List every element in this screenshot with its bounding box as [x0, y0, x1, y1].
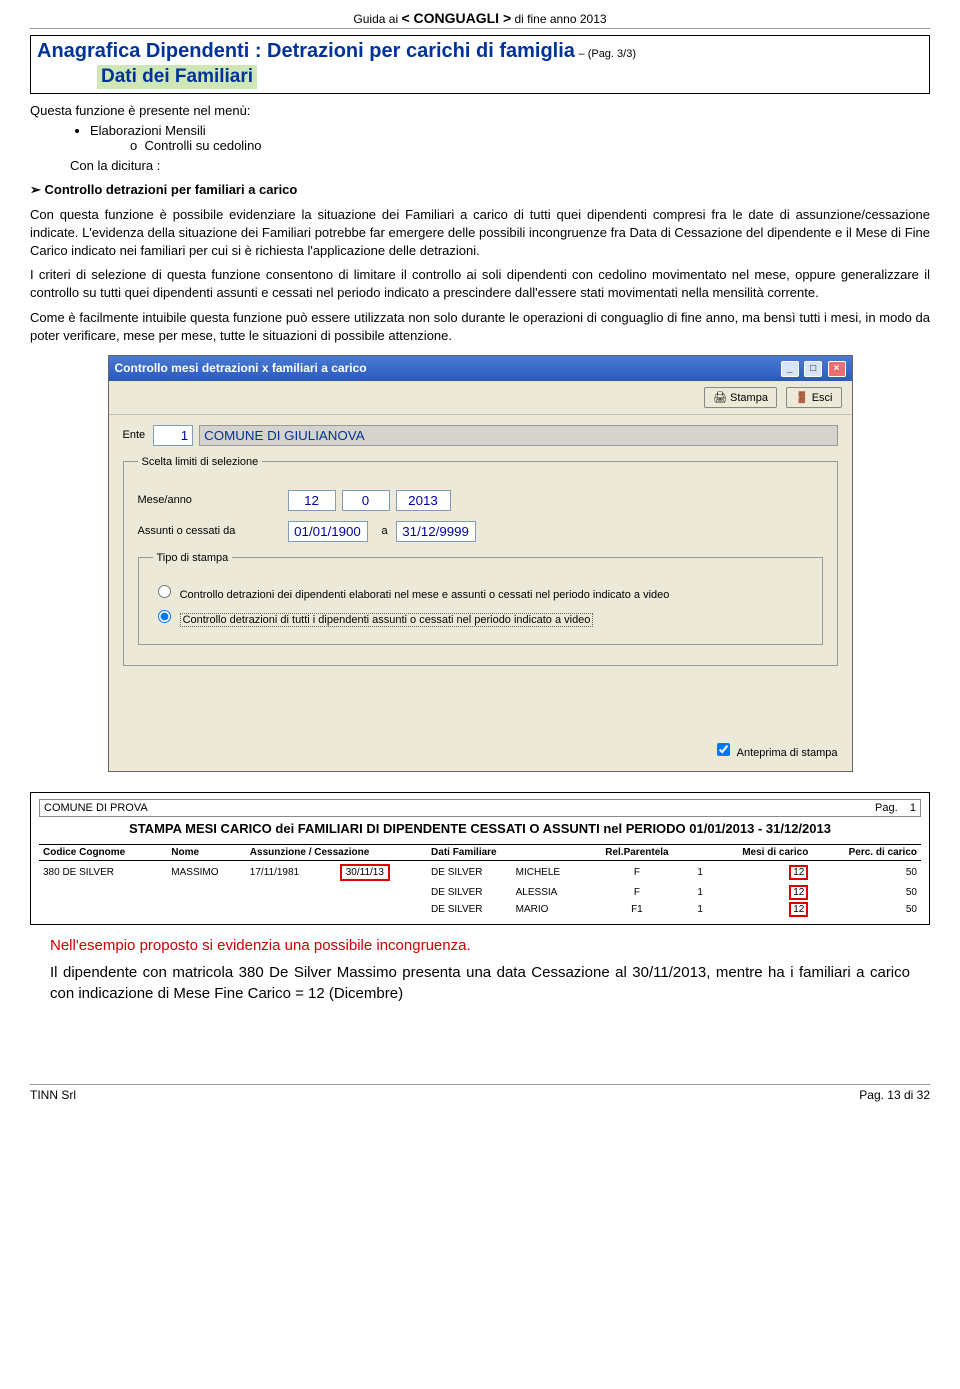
arrow-line: Controllo detrazioni per familiari a car…: [30, 181, 930, 199]
dicitura: Con la dicitura :: [70, 157, 930, 175]
progr-input[interactable]: [342, 490, 390, 511]
para-3: Come è facilmente intuibile questa funzi…: [30, 309, 930, 345]
title-box: Anagrafica Dipendenti : Detrazioni per c…: [30, 35, 930, 94]
close-icon[interactable]: ×: [828, 361, 846, 377]
report-head-right: Pag. 1: [875, 802, 916, 814]
minimize-icon[interactable]: _: [781, 361, 799, 377]
radio-opt1[interactable]: [158, 585, 171, 598]
radio-opt1-label[interactable]: Controllo detrazioni dei dipendenti elab…: [153, 582, 808, 601]
ente-label: Ente: [123, 429, 146, 441]
page-footer: TINN Srl Pag. 13 di 32: [30, 1084, 930, 1102]
col-dati-fam: Dati Familiare: [427, 844, 586, 860]
bullet-1: Elaborazioni Mensili o Controlli su cedo…: [90, 123, 930, 153]
menu-intro: Questa funzione è presente nel menù:: [30, 102, 930, 120]
scelta-legend: Scelta limiti di selezione: [138, 456, 263, 468]
printer-icon: 🖨: [713, 392, 727, 404]
mese-input[interactable]: [288, 490, 336, 511]
anteprima-label[interactable]: Anteprima di stampa: [713, 747, 837, 759]
exit-icon: 🚪: [795, 392, 809, 404]
dialog-titlebar: Controllo mesi detrazioni x familiari a …: [109, 356, 852, 381]
report-head: COMUNE DI PROVA Pag. 1: [39, 799, 921, 817]
col-mesi: Mesi di carico: [707, 844, 812, 860]
anteprima-checkbox[interactable]: [717, 743, 730, 756]
title-pag: – (Pag. 3/3): [579, 48, 636, 60]
tipostampa-fieldset: Tipo di stampa Controllo detrazioni dei …: [138, 552, 823, 645]
para-4: Il dipendente con matricola 380 De Silve…: [50, 962, 910, 1004]
stampa-button[interactable]: 🖨Stampa: [704, 387, 777, 408]
data-a-input[interactable]: [396, 521, 476, 542]
anno-input[interactable]: [396, 490, 451, 511]
bullet-2: o Controlli su cedolino: [130, 138, 930, 153]
data-da-input[interactable]: [288, 521, 368, 542]
ente-code-input[interactable]: [153, 425, 193, 446]
col-nome: Nome: [167, 844, 246, 860]
maximize-icon[interactable]: □: [804, 361, 822, 377]
footer-right: Pag. 13 di 32: [859, 1088, 930, 1102]
report-head-left: COMUNE DI PROVA: [44, 802, 148, 814]
col-idx: [688, 844, 707, 860]
col-rel: Rel.Parentela: [586, 844, 687, 860]
table-row: DE SILVERALESSIAF11250: [39, 884, 921, 901]
radio-opt2-label[interactable]: Controllo detrazioni di tutti i dipenden…: [153, 607, 808, 626]
table-row: DE SILVERMARIOF111250: [39, 901, 921, 918]
red-note: Nell'esempio proposto si evidenzia una p…: [50, 935, 910, 956]
window-buttons: _ □ ×: [779, 360, 846, 377]
footer-left: TINN Srl: [30, 1088, 76, 1102]
a-label: a: [382, 525, 388, 537]
para-2: I criteri di selezione di questa funzion…: [30, 266, 930, 302]
title-main: Anagrafica Dipendenti : Detrazioni per c…: [37, 40, 575, 62]
assunti-label: Assunti o cessati da: [138, 525, 288, 537]
page-header: Guida ai < CONGUAGLI > di fine anno 2013: [30, 10, 930, 29]
tipostampa-legend: Tipo di stampa: [153, 552, 233, 564]
title-sub: Dati dei Familiari: [97, 65, 257, 89]
dialog-title: Controllo mesi detrazioni x familiari a …: [115, 361, 367, 375]
scelta-fieldset: Scelta limiti di selezione Mese/anno Ass…: [123, 456, 838, 666]
col-ass-cess: Assunzione / Cessazione: [246, 844, 427, 860]
dialog-toolbar: 🖨Stampa 🚪Esci: [109, 381, 852, 415]
table-row: 380 DE SILVERMASSIMO17/11/198130/11/13DE…: [39, 860, 921, 884]
ente-name-field: [199, 425, 837, 446]
col-codice: Codice Cognome: [39, 844, 167, 860]
report-preview: COMUNE DI PROVA Pag. 1 STAMPA MESI CARIC…: [30, 792, 930, 925]
esci-button[interactable]: 🚪Esci: [786, 387, 841, 408]
radio-opt2[interactable]: [158, 610, 171, 623]
mese-label: Mese/anno: [138, 494, 288, 506]
report-title: STAMPA MESI CARICO dei FAMILIARI DI DIPE…: [39, 821, 921, 836]
report-table: Codice Cognome Nome Assunzione / Cessazi…: [39, 844, 921, 918]
col-perc: Perc. di carico: [812, 844, 921, 860]
dialog-window: Controllo mesi detrazioni x familiari a …: [108, 355, 853, 772]
para-1: Con questa funzione è possibile evidenzi…: [30, 206, 930, 261]
